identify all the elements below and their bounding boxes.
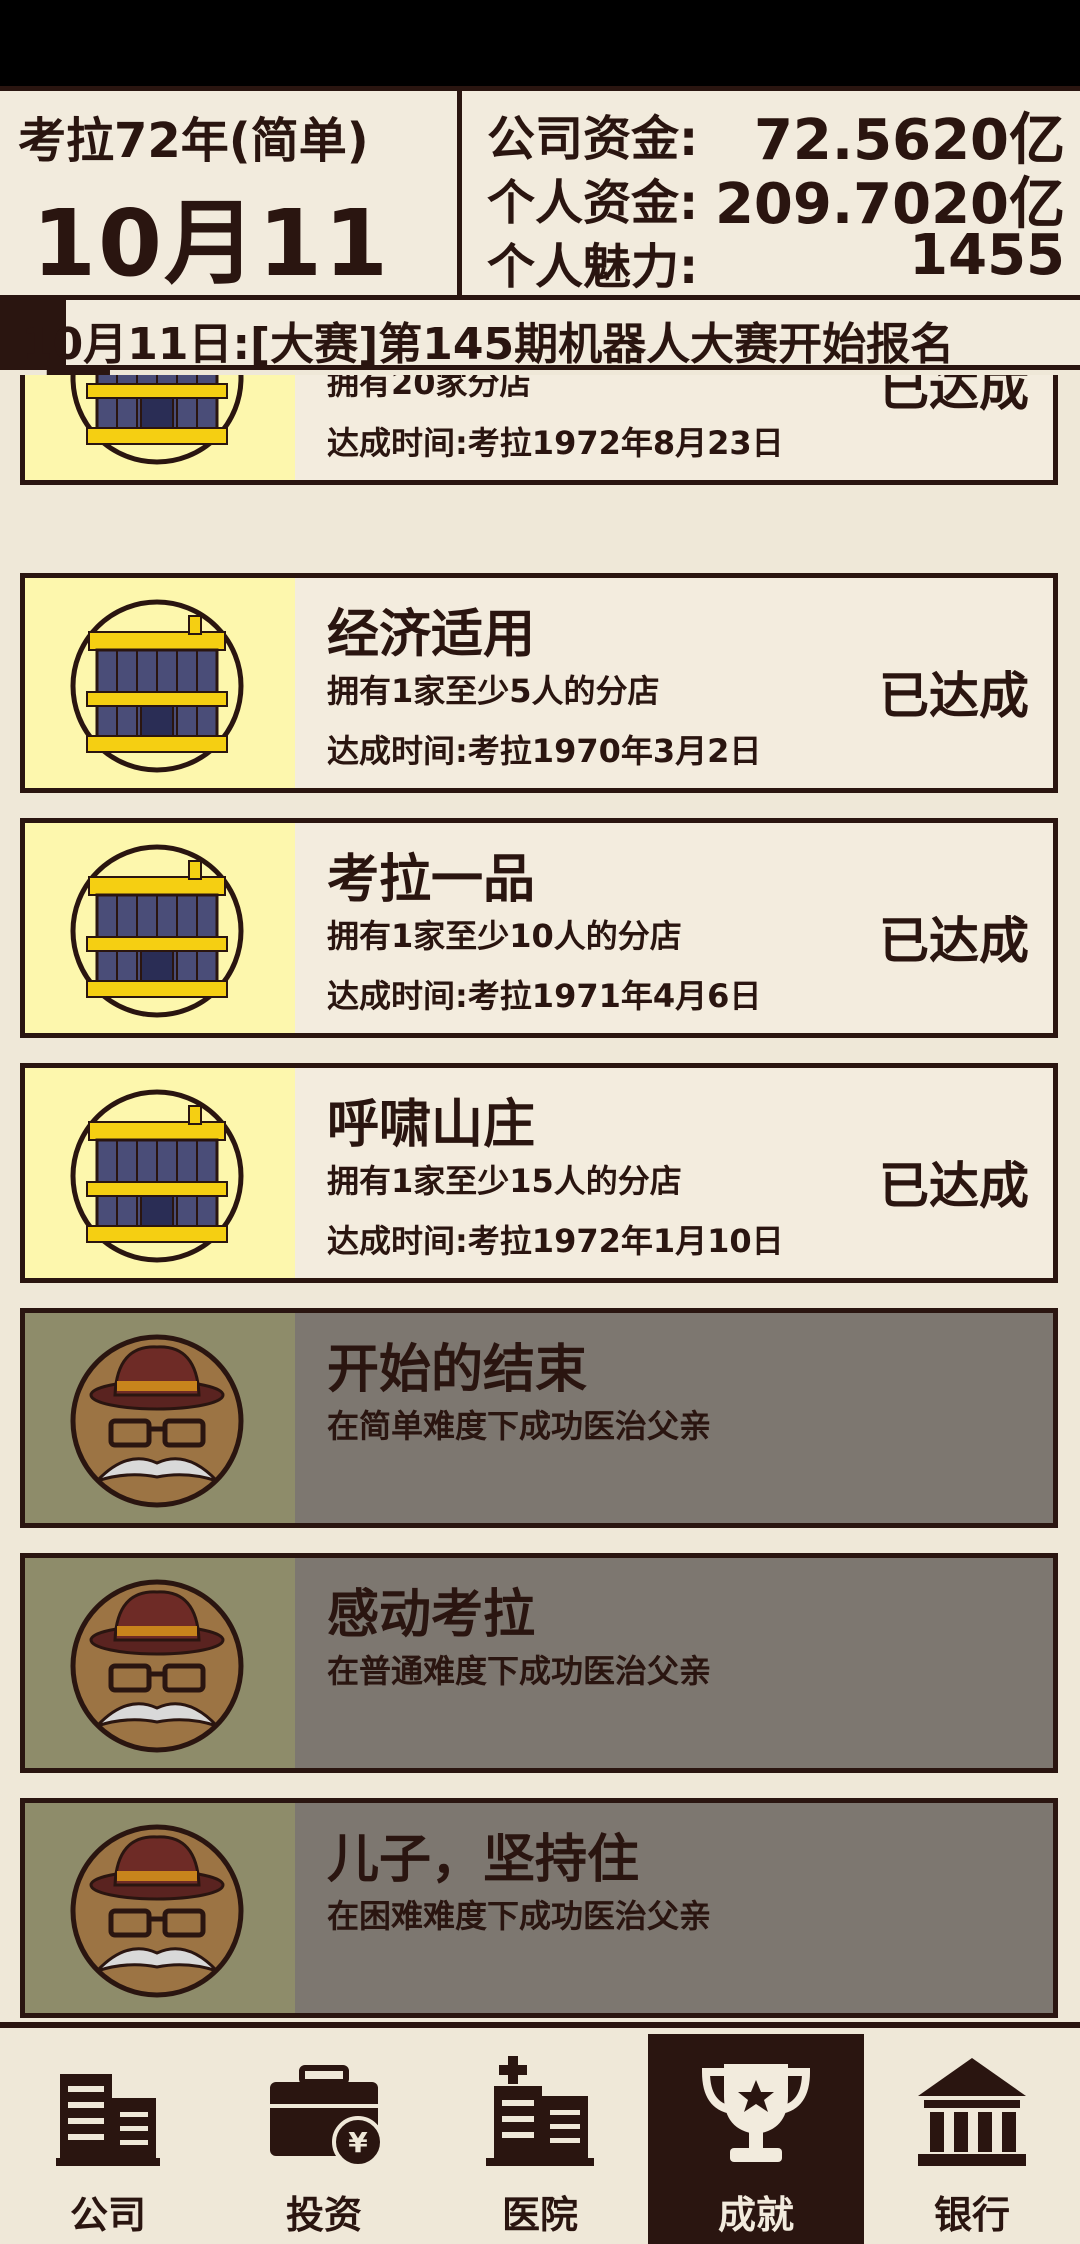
achievement-desc: 拥有1家至少10人的分店 [327,917,682,955]
achievement-card[interactable]: 拥有20家分店 达成时间:考拉1972年8月23日 已达成 [20,375,1058,485]
achievement-time: 达成时间:考拉1971年4月6日 [327,977,762,1015]
achievement-desc: 拥有1家至少5人的分店 [327,672,660,710]
charm-value: 1455 [909,223,1065,288]
achievement-desc: 在困难难度下成功医治父亲 [327,1897,712,1935]
achievement-title: 呼啸山庄 [327,1095,536,1155]
nav-bank[interactable]: 银行 [864,2034,1080,2244]
achievement-title: 儿子，坚持住 [327,1830,640,1890]
nav-company[interactable]: 公司 [0,2034,216,2244]
ticker-text: 10月11日:[大赛]第145期机器人大赛开始报名 [22,319,955,370]
achievement-status: 已达成 [879,1157,1029,1215]
achievement-card-locked[interactable]: 开始的结束 在简单难度下成功医治父亲 [20,1308,1058,1528]
achievement-card-locked[interactable]: 儿子，坚持住 在困难难度下成功医治父亲 [20,1798,1058,2018]
bank-icon [918,2058,1026,2166]
icon-panel [25,578,295,788]
achievement-title: 开始的结束 [327,1340,588,1400]
father-icon [67,1821,247,2001]
nav-hospital[interactable]: 医院 [432,2034,648,2244]
icon-panel [25,1803,295,2013]
nav-label: 公司 [69,2193,146,2237]
company-funds-row: 公司资金: 72.5620亿 [487,99,1065,173]
nav-label: 成就 [717,2193,794,2237]
achievement-list[interactable]: 拥有20家分店 达成时间:考拉1972年8月23日 已达成 经济适用 拥有1家至… [0,375,1080,2022]
achievement-desc: 在简单难度下成功医治父亲 [327,1407,712,1445]
nav-achievements[interactable]: 成就 [648,2034,864,2244]
achievement-card[interactable]: 考拉一品 拥有1家至少10人的分店 达成时间:考拉1971年4月6日 已达成 [20,818,1058,1038]
building-icon [67,841,247,1021]
hospital-icon [486,2056,594,2166]
building-icon [67,1086,247,1266]
building-icon [67,596,247,776]
icon-panel [25,1068,295,1278]
svg-text:¥: ¥ [348,2126,368,2159]
achievement-desc: 拥有1家至少15人的分店 [327,1162,682,1200]
bottom-nav: 公司 ¥ 投资 医院 成就 银行 [0,2022,1080,2244]
father-icon [67,1576,247,1756]
building-icon [67,375,247,468]
achievement-time: 达成时间:考拉1972年8月23日 [327,424,784,462]
achievement-title: 经济适用 [327,605,536,665]
icon-panel [25,823,295,1033]
company-funds-label: 公司资金: [487,111,699,167]
news-ticker: 10月11日:[大赛]第145期机器人大赛开始报名 [0,300,1080,370]
achievement-title: 感动考拉 [327,1585,536,1645]
personal-funds-row: 个人资金: 209.7020亿 [487,163,1065,237]
nav-label: 医院 [501,2193,578,2237]
achievement-card[interactable]: 经济适用 拥有1家至少5人的分店 达成时间:考拉1970年3月2日 已达成 [20,573,1058,793]
icon-panel [25,1558,295,1768]
achievement-time: 达成时间:考拉1970年3月2日 [327,732,762,770]
nav-label: 投资 [285,2193,362,2237]
achievement-time: 达成时间:考拉1972年1月10日 [327,1222,784,1260]
achievement-status: 已达成 [879,375,1029,417]
investment-icon: ¥ [270,2065,384,2168]
charm-row: 个人魅力: 1455 [487,223,1065,295]
personal-funds-label: 个人资金: [487,175,699,231]
status-bar [0,0,1080,86]
icon-panel [25,1313,295,1523]
year-label: 考拉72年(简单) [18,113,369,169]
header: 考拉72年(简单) 10月11日 公司资金: 72.5620亿 个人资金: 20… [0,86,1080,430]
trophy-icon [701,2064,811,2162]
date-panel: 考拉72年(简单) 10月11日 [0,91,462,430]
achievement-status: 已达成 [879,667,1029,725]
achievement-title: 考拉一品 [327,850,536,910]
icon-panel [25,375,295,480]
father-icon [67,1331,247,1511]
nav-investment[interactable]: ¥ 投资 [216,2034,432,2244]
charm-label: 个人魅力: [487,239,699,295]
achievement-card[interactable]: 呼啸山庄 拥有1家至少15人的分店 达成时间:考拉1972年1月10日 已达成 [20,1063,1058,1283]
achievement-desc: 在普通难度下成功医治父亲 [327,1652,712,1690]
company-icon [56,2074,160,2166]
nav-label: 银行 [933,2193,1010,2237]
stats-panel: 公司资金: 72.5620亿 个人资金: 209.7020亿 个人魅力: 145… [467,91,1080,295]
achievement-status: 已达成 [879,912,1029,970]
achievement-desc: 拥有20家分店 [327,375,532,402]
achievement-card-locked[interactable]: 感动考拉 在普通难度下成功医治父亲 [20,1553,1058,1773]
